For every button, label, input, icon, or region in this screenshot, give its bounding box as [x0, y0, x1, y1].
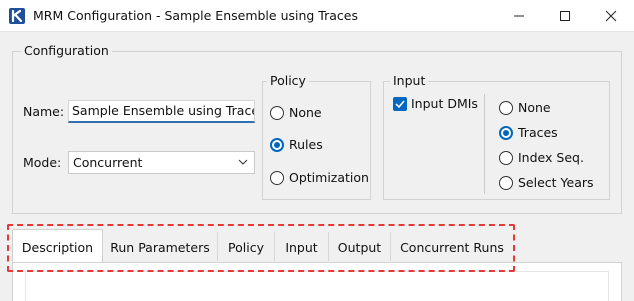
minimize-icon — [514, 15, 524, 17]
tab-run-parameters-label: Run Parameters — [110, 240, 210, 255]
mode-select[interactable]: Concurrent — [68, 151, 255, 174]
radio-icon — [499, 151, 513, 165]
radio-icon — [499, 101, 513, 115]
tab-concurrent-runs[interactable]: Concurrent Runs — [391, 232, 513, 261]
mode-select-value: Concurrent — [73, 155, 143, 170]
title-bar: MRM Configuration - Sample Ensemble usin… — [0, 0, 634, 32]
mode-label: Mode: — [23, 155, 62, 170]
policy-optimization-label: Optimization — [289, 170, 369, 185]
policy-none-label: None — [289, 105, 322, 120]
input-none-label: None — [518, 100, 551, 115]
policy-rules-label: Rules — [289, 137, 323, 152]
input-dmis-checkbox[interactable] — [393, 97, 407, 111]
configuration-group-label: Configuration — [21, 43, 112, 58]
tab-input-label: Input — [285, 240, 318, 255]
tab-policy[interactable]: Policy — [218, 232, 275, 261]
input-index-seq-label: Index Seq. — [518, 150, 584, 165]
radio-selected-icon — [499, 126, 513, 140]
maximize-button[interactable] — [542, 0, 588, 32]
riverware-logo-icon — [9, 8, 25, 24]
input-select-years-label: Select Years — [518, 175, 594, 190]
input-dmis-label: Input DMIs — [411, 96, 478, 111]
close-button[interactable] — [588, 0, 634, 32]
radio-icon — [499, 176, 513, 190]
radio-icon — [270, 106, 284, 120]
tab-description[interactable]: Description — [12, 229, 103, 262]
tab-output-label: Output — [337, 240, 382, 255]
tab-description-label: Description — [21, 240, 94, 255]
policy-group-label: Policy — [267, 73, 309, 88]
input-traces-label: Traces — [518, 125, 558, 140]
description-tab-panel — [12, 262, 622, 301]
name-field[interactable]: Sample Ensemble using Traces — [68, 100, 255, 123]
chevron-down-icon — [238, 159, 248, 165]
tab-run-parameters[interactable]: Run Parameters — [103, 232, 218, 261]
description-text-area[interactable] — [25, 271, 609, 301]
maximize-icon — [560, 11, 570, 21]
tab-input[interactable]: Input — [275, 232, 329, 261]
radio-selected-icon — [270, 138, 284, 152]
tab-policy-label: Policy — [228, 240, 264, 255]
input-group-divider — [484, 94, 485, 194]
name-field-value: Sample Ensemble using Traces — [72, 103, 255, 118]
window-title: MRM Configuration - Sample Ensemble usin… — [33, 8, 358, 23]
close-icon — [605, 10, 617, 22]
input-group-label: Input — [390, 73, 429, 88]
tab-output[interactable]: Output — [329, 232, 391, 261]
checkmark-icon — [395, 100, 405, 109]
tab-concurrent-runs-label: Concurrent Runs — [400, 240, 504, 255]
radio-icon — [270, 171, 284, 185]
name-label: Name: — [23, 104, 65, 119]
minimize-button[interactable] — [496, 0, 542, 32]
